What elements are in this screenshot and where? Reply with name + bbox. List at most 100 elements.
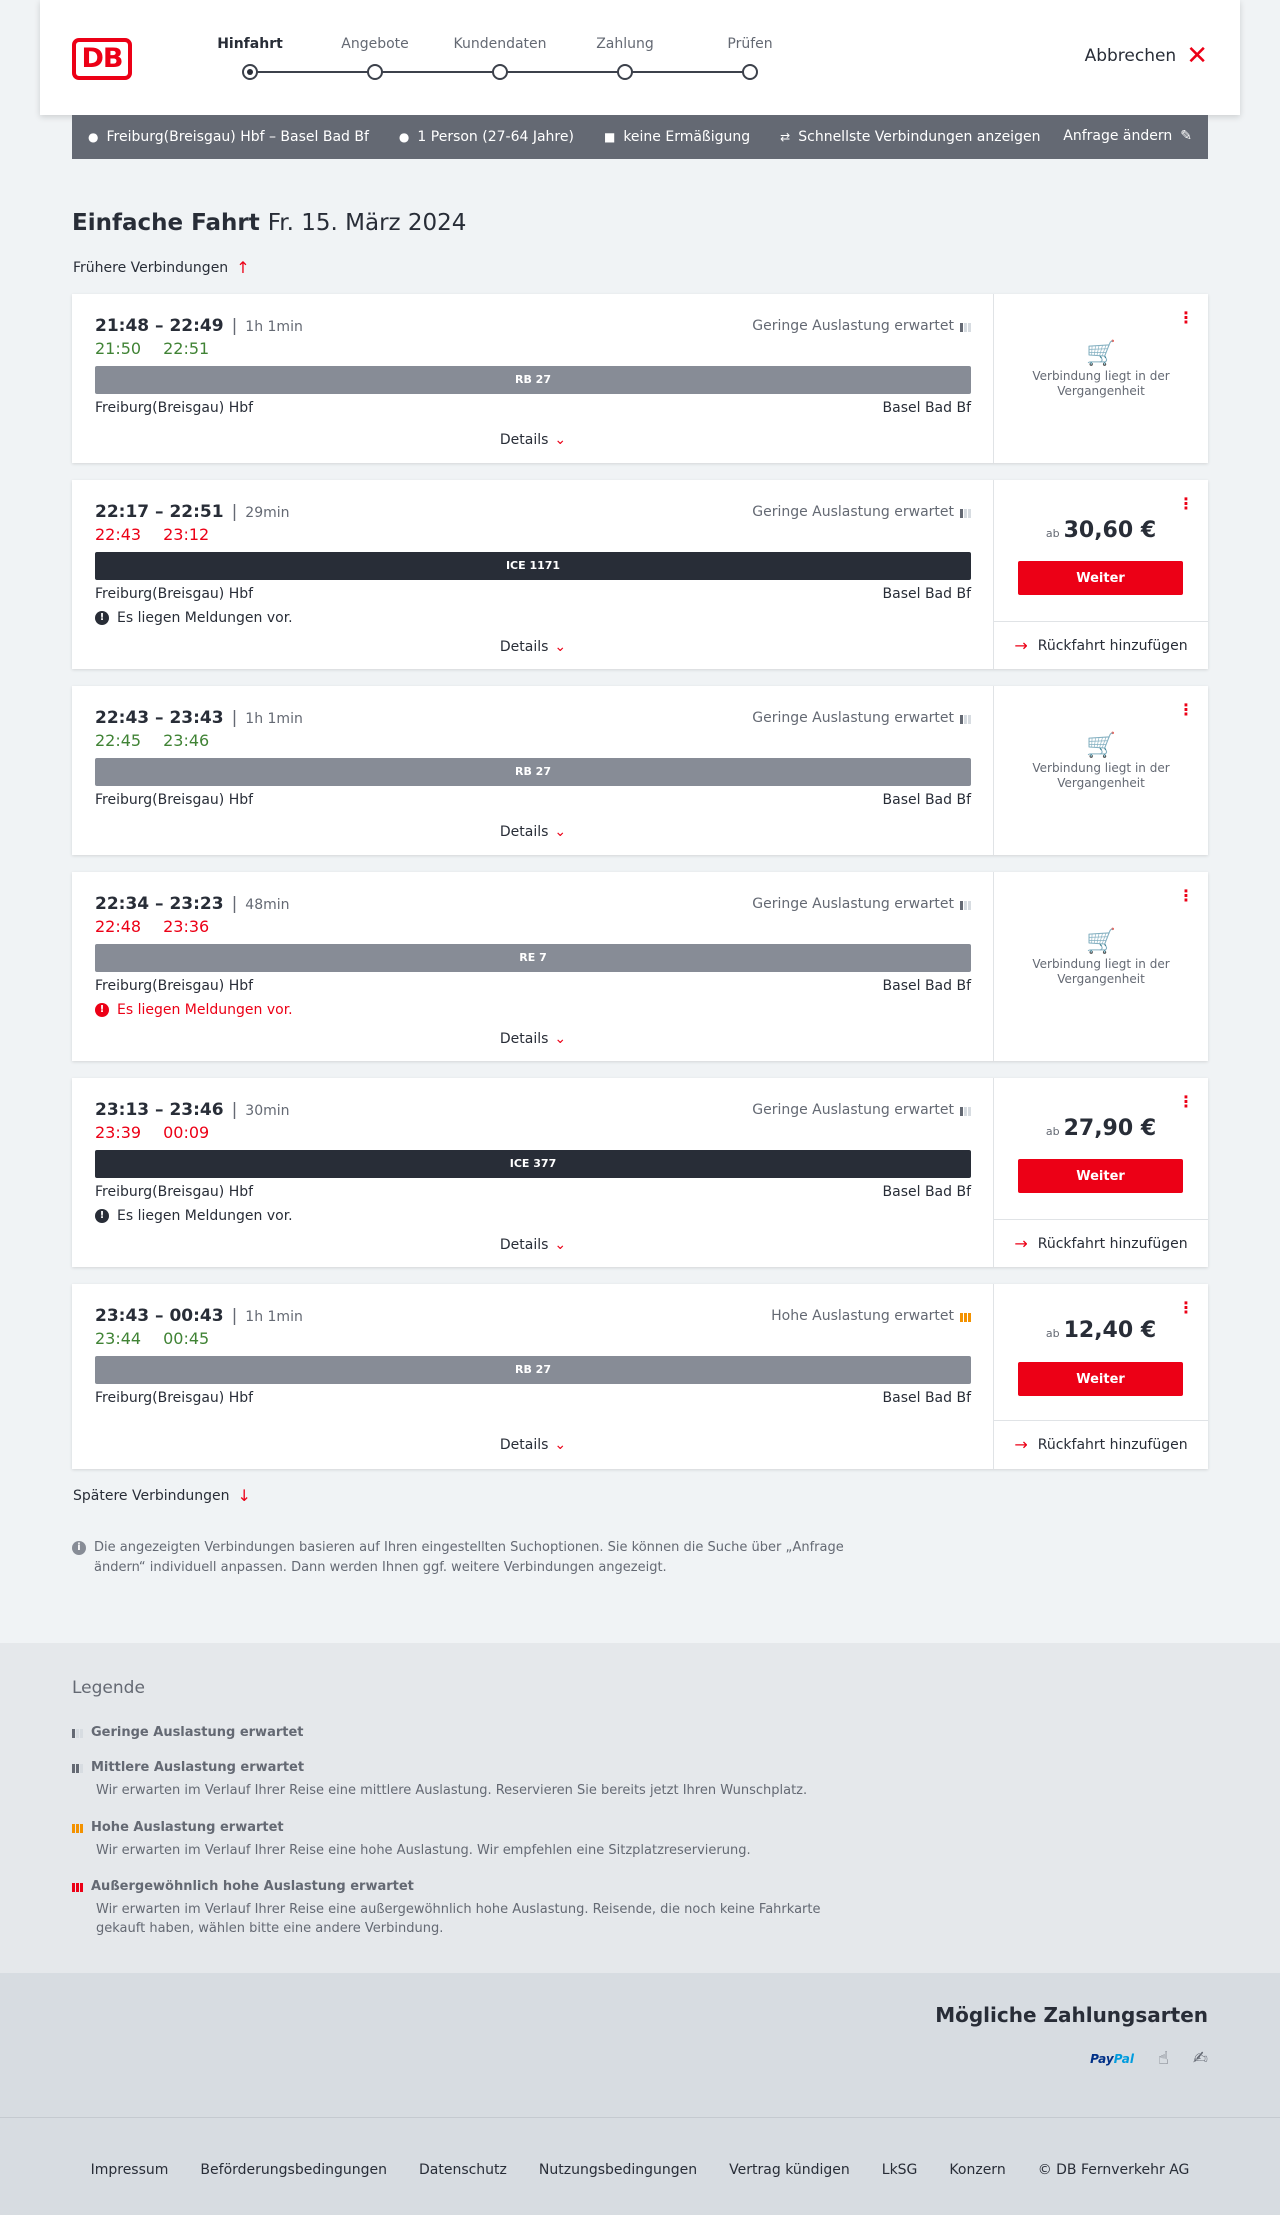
more-options-icon[interactable]: ⋮ <box>1178 886 1194 905</box>
occupancy-low-icon <box>960 899 971 910</box>
connection-side: ⋮ ab 12,40 € Weiter → Rückfahrt hinzufügen <box>994 1284 1208 1469</box>
planned-times: 22:17 – 22:51 <box>95 502 224 522</box>
realtime-arrival: 23:36 <box>163 917 210 936</box>
stations: Freiburg(Breisgau) Hbf Basel Bad Bf <box>95 978 971 994</box>
connection-card: 23:13 – 23:46 | 30min 23:39 00:09 Geringe A… <box>72 1078 1208 1267</box>
train-bar[interactable]: RB 27 <box>95 758 971 786</box>
swap-arrows-icon: ⇄ <box>780 130 791 144</box>
connection-main[interactable]: 21:48 – 22:49 | 1h 1min 21:50 22:51 Geringe… <box>72 294 994 463</box>
payment-methods: Mögliche Zahlungsarten PayPal ☝ ✍ <box>0 1973 1280 2118</box>
footer-link-impressum[interactable]: Impressum <box>91 2162 169 2215</box>
realtime-departure: 22:45 <box>95 731 142 750</box>
train-bar[interactable]: RB 27 <box>95 366 971 394</box>
realtime-departure: 22:43 <box>95 525 142 544</box>
details-label: Details <box>499 639 549 655</box>
info-icon: i <box>72 1541 86 1555</box>
footer-link-datenschutz[interactable]: Datenschutz <box>419 2162 507 2215</box>
footer-link-nutzungsbedingungen[interactable]: Nutzungsbedingungen <box>539 2162 697 2215</box>
later-connections-link[interactable]: Spätere Verbindungen ↓ <box>73 1486 251 1505</box>
details-label: Details <box>499 1031 549 1047</box>
separator: | <box>231 894 238 914</box>
legend-section: Legende Geringe Auslastung erwartet Mitt… <box>0 1643 1280 1973</box>
realtime-departure: 22:48 <box>95 917 142 936</box>
step-label-zahlung: Zahlung <box>596 36 654 52</box>
departure-station: Freiburg(Breisgau) Hbf <box>95 1184 254 1200</box>
occupancy-info: Geringe Auslastung erwartet <box>752 504 971 520</box>
weiter-button[interactable]: Weiter <box>1018 1362 1183 1396</box>
footer-link-lksg[interactable]: LkSG <box>882 2162 918 2215</box>
more-options-icon[interactable]: ⋮ <box>1178 494 1194 513</box>
connection-main[interactable]: 22:17 – 22:51 | 29min 22:43 23:12 Geringe A… <box>72 480 994 669</box>
payment-icons: PayPal ☝ ✍ <box>1090 2048 1208 2069</box>
header: DB Hinfahrt Angebote Kundendaten Zahlung… <box>40 0 1240 115</box>
footer-link-konzern[interactable]: Konzern <box>949 2162 1005 2215</box>
details-toggle[interactable]: Details ⌄ <box>72 639 994 655</box>
more-options-icon[interactable]: ⋮ <box>1178 1298 1194 1317</box>
past-connection-text: Verbindung liegt in der Vergangenheit <box>1032 761 1170 790</box>
add-return-button[interactable]: → Rückfahrt hinzufügen <box>994 1420 1208 1468</box>
weiter-button[interactable]: Weiter <box>1018 561 1183 595</box>
footer-link-vertrag-kuendigen[interactable]: Vertrag kündigen <box>729 2162 850 2215</box>
chevron-down-icon: ⌄ <box>554 824 567 840</box>
step-dot-kundendaten <box>492 64 508 80</box>
train-bar[interactable]: RB 27 <box>95 1356 971 1384</box>
connection-card: 21:48 – 22:49 | 1h 1min 21:50 22:51 Geringe… <box>72 294 1208 463</box>
connection-times: 23:13 – 23:46 | 30min <box>95 1100 290 1120</box>
details-toggle[interactable]: Details ⌄ <box>72 1031 994 1047</box>
add-return-button[interactable]: → Rückfahrt hinzufügen <box>994 1219 1208 1267</box>
weiter-button[interactable]: Weiter <box>1018 1159 1183 1193</box>
details-toggle[interactable]: Details ⌄ <box>72 432 994 448</box>
duration: 48min <box>245 897 290 913</box>
duration: 1h 1min <box>245 711 303 727</box>
connection-side: ⋮ ab 30,60 € Weiter → Rückfahrt hinzufügen <box>994 480 1208 669</box>
realtime-departure: 23:39 <box>95 1123 142 1142</box>
connection-main[interactable]: 23:43 – 00:43 | 1h 1min 23:44 00:45 Hohe Au… <box>72 1284 994 1469</box>
details-toggle[interactable]: Details ⌄ <box>72 1437 994 1453</box>
more-options-icon[interactable]: ⋮ <box>1178 1092 1194 1111</box>
chevron-down-icon: ⌄ <box>554 432 567 448</box>
fastest-text: Schnellste Verbindungen anzeigen <box>798 129 1041 145</box>
cancel-label: Abbrechen <box>1084 46 1177 66</box>
earlier-connections-label: Frühere Verbindungen <box>73 259 229 276</box>
past-connection-text: Verbindung liegt in der Vergangenheit <box>1032 369 1170 398</box>
connection-main[interactable]: 22:34 – 23:23 | 48min 22:48 23:36 Geringe A… <box>72 872 994 1061</box>
step-dot-angebote <box>367 64 383 80</box>
edit-request-button[interactable]: Anfrage ändern ✎ <box>1063 128 1192 144</box>
connection-times: 22:17 – 22:51 | 29min <box>95 502 290 522</box>
more-options-icon[interactable]: ⋮ <box>1178 308 1194 327</box>
details-toggle[interactable]: Details ⌄ <box>72 824 994 840</box>
more-options-icon[interactable]: ⋮ <box>1178 700 1194 719</box>
stations: Freiburg(Breisgau) Hbf Basel Bad Bf <box>95 1184 971 1200</box>
price-value: 27,90 € <box>1063 1116 1157 1141</box>
discount-summary: ■ keine Ermäßigung <box>604 129 750 145</box>
add-return-button[interactable]: → Rückfahrt hinzufügen <box>994 621 1208 669</box>
alert-icon: ! <box>95 611 109 625</box>
arrival-station: Basel Bad Bf <box>882 586 971 602</box>
train-bar[interactable]: ICE 377 <box>95 1150 971 1178</box>
add-return-label: Rückfahrt hinzufügen <box>1037 1235 1188 1252</box>
cancel-button[interactable]: Abbrechen ✕ <box>1084 43 1208 69</box>
occupancy-info: Geringe Auslastung erwartet <box>752 318 971 334</box>
departure-station: Freiburg(Breisgau) Hbf <box>95 978 254 994</box>
past-connection-text: Verbindung liegt in der Vergangenheit <box>1032 957 1170 986</box>
occupancy-text: Geringe Auslastung erwartet <box>752 318 954 334</box>
payment-title: Mögliche Zahlungsarten <box>935 2003 1208 2027</box>
realtime-times: 22:45 23:46 <box>95 731 231 750</box>
train-bar[interactable]: RE 7 <box>95 944 971 972</box>
footer-link-befoerderungsbedingungen[interactable]: Beförderungsbedingungen <box>200 2162 387 2215</box>
details-toggle[interactable]: Details ⌄ <box>72 1237 994 1253</box>
realtime-departure: 21:50 <box>95 339 142 358</box>
connection-main[interactable]: 23:13 – 23:46 | 30min 23:39 00:09 Geringe A… <box>72 1078 994 1267</box>
connection-main[interactable]: 22:43 – 23:43 | 1h 1min 22:45 23:46 Geringe… <box>72 686 994 855</box>
connection-times: 23:43 – 00:43 | 1h 1min <box>95 1306 303 1326</box>
connection-card: 22:17 – 22:51 | 29min 22:43 23:12 Geringe A… <box>72 480 1208 669</box>
alert-icon: ! <box>95 1209 109 1223</box>
db-logo[interactable]: DB <box>72 38 132 80</box>
earlier-connections-link[interactable]: Frühere Verbindungen ↑ <box>73 258 250 277</box>
occupancy-text: Geringe Auslastung erwartet <box>752 896 954 912</box>
train-bar[interactable]: ICE 1171 <box>95 552 971 580</box>
connection-card: 22:34 – 23:23 | 48min 22:48 23:36 Geringe A… <box>72 872 1208 1061</box>
search-info-note: i Die angezeigten Verbindungen basieren a… <box>72 1538 852 1578</box>
arrow-up-icon: ↑ <box>236 258 250 277</box>
departure-station: Freiburg(Breisgau) Hbf <box>95 792 254 808</box>
